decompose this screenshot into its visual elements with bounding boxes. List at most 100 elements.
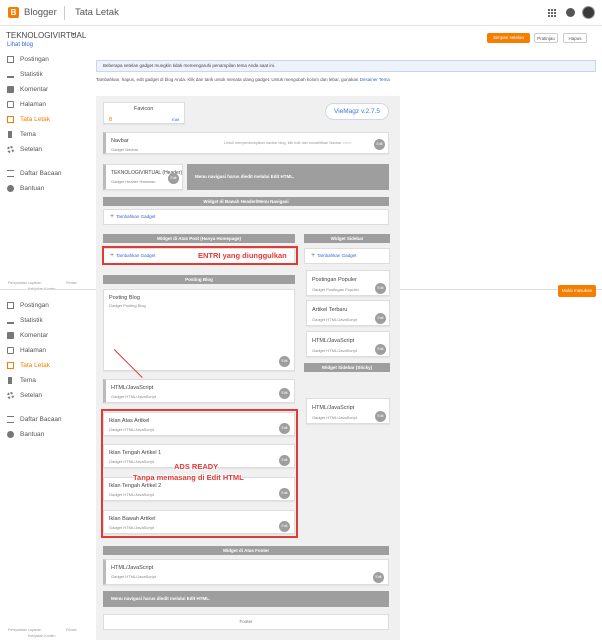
sidebar-item-komentar[interactable]: Komentar xyxy=(0,328,90,343)
html-widget[interactable]: HTML/JavaScript Gadget HTML/JavaScript E… xyxy=(103,379,295,403)
privacy-link[interactable]: Privasi xyxy=(66,628,77,632)
edit-button[interactable]: Edit xyxy=(373,572,384,583)
help-icon xyxy=(7,185,14,192)
navbar-note: Untuk menyembunyikan navbar blog, klik e… xyxy=(224,141,352,145)
help-icon xyxy=(7,431,14,438)
html-widget[interactable]: HTML/JavaScript Gadget HTML/JavaScript E… xyxy=(306,331,390,357)
sidebar-item-tata-letak[interactable]: Tata Letak xyxy=(0,358,90,373)
favicon-widget[interactable]: Favicon B Edit xyxy=(103,102,185,124)
sidebar-item-statistik[interactable]: Statistik xyxy=(0,313,90,328)
html-widget[interactable]: HTML/JavaScript Gadget HTML/JavaScript E… xyxy=(103,559,389,585)
sidebar-item-tema[interactable]: Tema xyxy=(0,373,90,388)
layout-instructions: Tambahkan, hapus, edit gadget di blog An… xyxy=(96,77,390,82)
section-bar: Widget di Atas Footer xyxy=(103,546,389,555)
login-button[interactable]: Mulai masukan xyxy=(558,285,596,297)
sidebar-item-bantuan[interactable]: Bantuan xyxy=(0,181,90,196)
stats-icon xyxy=(7,317,14,324)
layout-canvas: Favicon B Edit VieMagz v.2.7.5 Navbar Ga… xyxy=(96,96,400,640)
posts-icon xyxy=(7,302,14,309)
brush-icon xyxy=(8,377,12,384)
sidebar-item-halaman[interactable]: Halaman xyxy=(0,343,90,358)
ads-annotation-title: ADS READY xyxy=(174,462,219,471)
ad-widget[interactable]: Iklan Atas Artikel Gadget HTML/JavaScrip… xyxy=(103,412,295,436)
sidebar-item-tema[interactable]: Tema xyxy=(0,127,90,142)
privacy-link[interactable]: Privasi xyxy=(66,281,77,285)
edit-button[interactable]: Edit xyxy=(279,488,290,499)
preview-button[interactable]: Pratinjau xyxy=(534,33,558,43)
section-bar: Widget Sidebar (Sticky) xyxy=(304,363,390,372)
add-gadget-link[interactable]: + Tambahkan Gadget xyxy=(103,209,389,225)
sidebar-item-daftar-bacaan[interactable]: Daftar Bacaan xyxy=(0,412,90,427)
terms-link[interactable]: Persyaratan Layanan xyxy=(8,628,41,632)
theme-designer-link[interactable]: Desainer Tema xyxy=(360,77,390,82)
ad-widget[interactable]: Iklan Bawah Artikel Gadget HTML/JavaScri… xyxy=(103,510,295,534)
popular-posts-widget[interactable]: Postingan Populer Gadget Postingan Popul… xyxy=(306,270,390,296)
terms-link[interactable]: Persyaratan Layanan xyxy=(8,281,41,285)
sidebar-item-postingan[interactable]: Postingan xyxy=(0,52,90,67)
page-icon xyxy=(7,347,14,354)
ads-annotation-subtitle: Tanpa memasang di Edit HTML xyxy=(133,473,244,482)
plus-icon: + xyxy=(110,213,115,220)
reading-list-icon xyxy=(7,170,14,177)
nav-menu-note: Menu navigasi harus diedit melalui Edit … xyxy=(187,164,389,190)
navbar-widget[interactable]: Navbar Gadget Navbar Untuk menyembunyika… xyxy=(103,132,389,154)
footer-nav-note: Menu navigasi harus diedit melalui Edit … xyxy=(103,591,389,607)
view-blog-link[interactable]: Lihat blog xyxy=(7,42,33,48)
sidebar-item-daftar-bacaan[interactable]: Daftar Bacaan xyxy=(0,166,90,181)
header-divider xyxy=(64,6,65,20)
section-bar: Widget di Bawah Header/Menu Navigasi xyxy=(103,197,389,206)
edit-button[interactable]: Edit xyxy=(279,423,290,434)
save-button[interactable]: Simpan setelan xyxy=(487,33,530,43)
footer-widget[interactable]: Footer xyxy=(103,614,389,630)
plus-icon: + xyxy=(311,252,316,259)
gear-icon xyxy=(7,146,14,153)
top-bar: B Blogger Tata Letak xyxy=(0,0,602,26)
blogger-favicon-icon: B xyxy=(109,117,113,123)
edit-button[interactable]: Edit xyxy=(375,411,386,422)
sidebar-item-komentar[interactable]: Komentar xyxy=(0,82,90,97)
sidebar-item-setelan[interactable]: Setelan xyxy=(0,142,90,157)
html-widget[interactable]: HTML/JavaScript Gadget HTML/JavaScript E… xyxy=(306,398,390,424)
blogger-logo-icon[interactable]: B xyxy=(8,7,19,18)
edit-button[interactable]: Edit xyxy=(375,313,386,324)
theme-badge: VieMagz v.2.7.5 xyxy=(325,103,389,120)
recent-posts-widget[interactable]: Artikel Terbaru Gadget HTML/JavaScript E… xyxy=(306,300,390,326)
delete-button[interactable]: Hapus xyxy=(563,33,587,43)
comment-icon xyxy=(7,86,14,93)
blog-posts-widget[interactable]: Posting Blog Gadget Posting Blog Edit xyxy=(103,289,295,371)
edit-button[interactable]: Edit xyxy=(279,388,290,399)
sidebar-item-postingan[interactable]: Postingan xyxy=(0,298,90,313)
edit-button[interactable]: Edit xyxy=(279,455,290,466)
chevron-down-icon[interactable]: ▾ xyxy=(72,31,75,38)
brush-icon xyxy=(8,131,12,138)
sidebar-nav: Postingan Statistik Komentar Halaman Tat… xyxy=(0,52,90,196)
brand-name[interactable]: Blogger xyxy=(24,7,57,18)
content-policy-link[interactable]: Kebijakan Konten xyxy=(28,634,55,638)
edit-button[interactable]: Edit xyxy=(375,283,386,294)
edit-button[interactable]: Edit xyxy=(279,356,290,367)
stats-icon xyxy=(7,71,14,78)
sidebar-item-bantuan[interactable]: Bantuan xyxy=(0,427,90,442)
layout-icon xyxy=(7,362,14,369)
edit-button[interactable]: Edit xyxy=(375,344,386,355)
edit-button[interactable]: Edit xyxy=(279,521,290,532)
section-bar: Posting Blog xyxy=(103,275,295,284)
edit-button[interactable]: Edit xyxy=(374,139,385,150)
notifications-icon[interactable] xyxy=(566,8,575,17)
reading-list-icon xyxy=(7,416,14,423)
add-gadget-link[interactable]: + Tambahkan Gadget xyxy=(304,248,390,264)
favicon-edit-link[interactable]: Edit xyxy=(172,117,179,122)
featured-annotation: ENTRI yang diunggulkan xyxy=(198,251,287,260)
apps-grid-icon[interactable] xyxy=(548,9,556,17)
gear-icon xyxy=(7,392,14,399)
page-title: Tata Letak xyxy=(75,7,119,18)
section-bar: Widget di Atas Post (Hanya Homepage) xyxy=(103,234,295,243)
plus-icon: + xyxy=(110,252,115,259)
sidebar-item-statistik[interactable]: Statistik xyxy=(0,67,90,82)
sidebar-item-halaman[interactable]: Halaman xyxy=(0,97,90,112)
avatar[interactable] xyxy=(582,6,595,19)
header-widget[interactable]: TEKNOLOGIVIRTUAL (Header) Gadget Header … xyxy=(103,164,183,190)
edit-button[interactable]: Edit xyxy=(168,173,179,184)
sidebar-item-setelan[interactable]: Setelan xyxy=(0,388,90,403)
sidebar-item-tata-letak[interactable]: Tata Letak xyxy=(0,112,90,127)
